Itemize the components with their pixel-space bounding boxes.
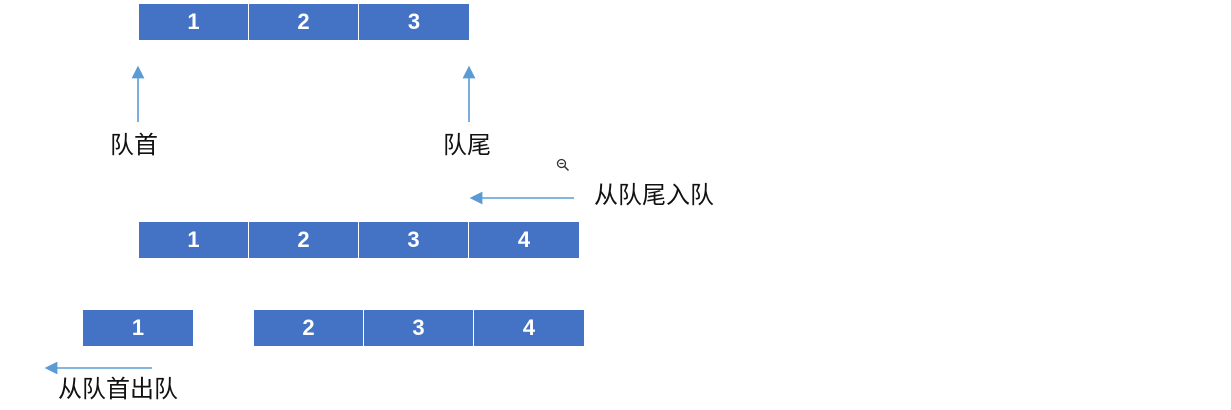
queue-box: 1 bbox=[139, 222, 249, 258]
queue-box: 3 bbox=[359, 222, 469, 258]
zoom-out-icon[interactable] bbox=[556, 158, 570, 172]
queue-box: 2 bbox=[254, 310, 364, 346]
initial-queue: 1 2 3 bbox=[139, 4, 469, 40]
queue-box: 2 bbox=[249, 222, 359, 258]
queue-box: 1 bbox=[83, 310, 193, 346]
dequeued-item: 1 bbox=[83, 310, 193, 346]
queue-box: 4 bbox=[474, 310, 584, 346]
remaining-queue: 2 3 4 bbox=[254, 310, 584, 346]
enqueued-queue: 1 2 3 4 bbox=[139, 222, 579, 258]
queue-box: 3 bbox=[359, 4, 469, 40]
queue-box: 3 bbox=[364, 310, 474, 346]
queue-box: 2 bbox=[249, 4, 359, 40]
queue-box: 1 bbox=[139, 4, 249, 40]
enqueue-label: 从队尾入队 bbox=[594, 181, 714, 209]
rear-label: 队尾 bbox=[443, 131, 491, 159]
dequeue-label: 从队首出队 bbox=[58, 375, 178, 403]
queue-box: 4 bbox=[469, 222, 579, 258]
front-label: 队首 bbox=[110, 131, 158, 159]
